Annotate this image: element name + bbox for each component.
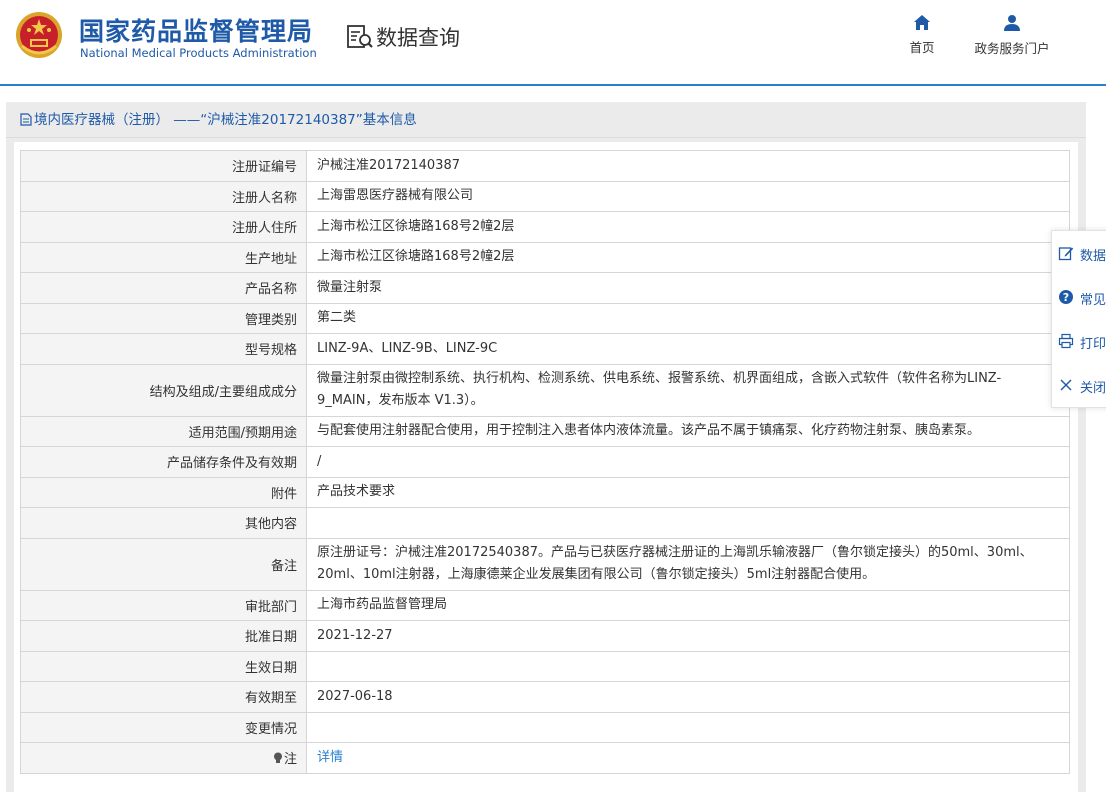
table-row: 适用范围/预期用途 与配套使用注射器配合使用，用于控制注入患者体内液体流量。该产品… [20,415,1070,447]
table-row: 备注 原注册证号：沪械注准20172540387。产品与已获医疗器械注册证的上海凯… [20,537,1070,591]
print-icon [1058,333,1074,349]
row-value: 第二类 [306,302,1070,334]
table-row: 注册人名称 上海雷恩医疗器械有限公司 [20,180,1070,212]
row-label: 备注 [20,537,307,591]
row-label: 生效日期 [20,650,307,682]
site-header: 国家药品监督管理局 National Medical Products Admi… [0,0,1106,86]
floating-toolbar: 数据 ? 常见 打印 关闭 [1051,230,1106,408]
table-row: 有效期至 2027-06-18 [20,681,1070,713]
table-row: 批准日期 2021-12-27 [20,620,1070,652]
table-row: 管理类别 第二类 [20,302,1070,334]
nav-home[interactable]: 首页 [900,14,944,56]
row-value: 原注册证号：沪械注准20172540387。产品与已获医疗器械注册证的上海凯乐输… [306,537,1070,591]
edit-icon [1058,247,1074,261]
row-value [306,650,1070,682]
svg-text:?: ? [1063,291,1069,304]
nav-portal-label: 政务服务门户 [974,41,1050,56]
table-row: 生效日期 [20,650,1070,682]
row-label: 注册证编号 [20,150,307,182]
home-icon [914,15,930,30]
table-row: 生产地址 上海市松江区徐塘路168号2幢2层 [20,241,1070,273]
side-item-label: 打印 [1080,337,1106,352]
row-value: / [306,446,1070,478]
row-label: 管理类别 [20,302,307,334]
nav-service-portal[interactable]: 政务服务门户 [970,14,1054,57]
detail-table: 注册证编号 沪械注准20172140387 注册人名称 上海雷恩医疗器械有限公司 注… [20,150,1070,774]
row-label: 批准日期 [20,620,307,652]
table-row: 其他内容 [20,507,1070,539]
page-title: 数据查询 [376,26,460,50]
panel-header: 境内医疗器械（注册） ——“沪械注准20172140387”基本信息 [6,102,1086,138]
row-value: 上海市松江区徐塘路168号2幢2层 [306,241,1070,273]
panel-body: 注册证编号 沪械注准20172140387 注册人名称 上海雷恩医疗器械有限公司 注… [14,142,1078,792]
row-label: 型号规格 [20,333,307,365]
row-label: 产品名称 [20,272,307,304]
row-label: 产品储存条件及有效期 [20,446,307,478]
row-value: 2021-12-27 [306,620,1070,652]
table-row: 产品名称 微量注射泵 [20,272,1070,304]
side-item-label: 常见 [1080,293,1106,308]
row-value: 微量注射泵 [306,272,1070,304]
table-row: 审批部门 上海市药品监督管理局 [20,589,1070,621]
row-value [306,507,1070,539]
table-row: 附件 产品技术要求 [20,476,1070,508]
row-label: 结构及组成/主要组成成分 [20,363,307,417]
table-row: 变更情况 [20,711,1070,743]
table-row: 注册证编号 沪械注准20172140387 [20,150,1070,182]
nav-home-label: 首页 [909,40,935,55]
note-value-cell: 详情 [306,742,1070,774]
national-emblem-icon [16,12,62,58]
row-value: 产品技术要求 [306,476,1070,508]
panel-title: 境内医疗器械（注册） ——“沪械注准20172140387”基本信息 [34,112,417,128]
row-label: 适用范围/预期用途 [20,415,307,447]
table-row: 产品储存条件及有效期 / [20,446,1070,478]
close-icon [1060,379,1072,391]
row-label: 生产地址 [20,241,307,273]
row-label: 变更情况 [20,711,307,743]
row-value: 与配套使用注射器配合使用，用于控制注入患者体内液体流量。该产品不属于镇痛泵、化疗… [306,415,1070,447]
row-label: 注册人住所 [20,211,307,243]
row-value: 沪械注准20172140387 [306,150,1070,182]
info-panel: 境内医疗器械（注册） ——“沪械注准20172140387”基本信息 注册证编号… [6,102,1086,792]
lightbulb-icon [273,752,282,764]
note-label-cell: 注 [20,742,307,774]
row-value: 上海市药品监督管理局 [306,589,1070,621]
table-row: 注册人住所 上海市松江区徐塘路168号2幢2层 [20,211,1070,243]
table-row: 注 详情 [20,742,1070,774]
row-label: 有效期至 [20,681,307,713]
org-name-en: National Medical Products Administration [80,46,317,60]
side-item-label: 关闭 [1080,381,1106,396]
side-item-label: 数据 [1080,249,1106,264]
row-value: 上海雷恩医疗器械有限公司 [306,180,1070,212]
table-row: 型号规格 LINZ-9A、LINZ-9B、LINZ-9C [20,333,1070,365]
document-search-icon [347,25,373,48]
row-value: LINZ-9A、LINZ-9B、LINZ-9C [306,333,1070,365]
row-value [306,711,1070,743]
row-label: 其他内容 [20,507,307,539]
org-name-cn: 国家药品监督管理局 [79,17,314,46]
document-icon [20,113,32,126]
table-row: 结构及组成/主要组成成分 微量注射泵由微控制系统、执行机构、检测系统、供电系统、报… [20,363,1070,417]
row-value: 微量注射泵由微控制系统、执行机构、检测系统、供电系统、报警系统、机界面组成，含嵌… [306,363,1070,417]
details-link[interactable]: 详情 [317,750,343,765]
row-value: 上海市松江区徐塘路168号2幢2层 [306,211,1070,243]
row-label: 附件 [20,476,307,508]
row-label: 审批部门 [20,589,307,621]
question-icon: ? [1059,290,1073,304]
user-icon [1004,15,1020,31]
row-label: 注 [283,752,297,768]
row-value: 2027-06-18 [306,681,1070,713]
row-label: 注册人名称 [20,180,307,212]
